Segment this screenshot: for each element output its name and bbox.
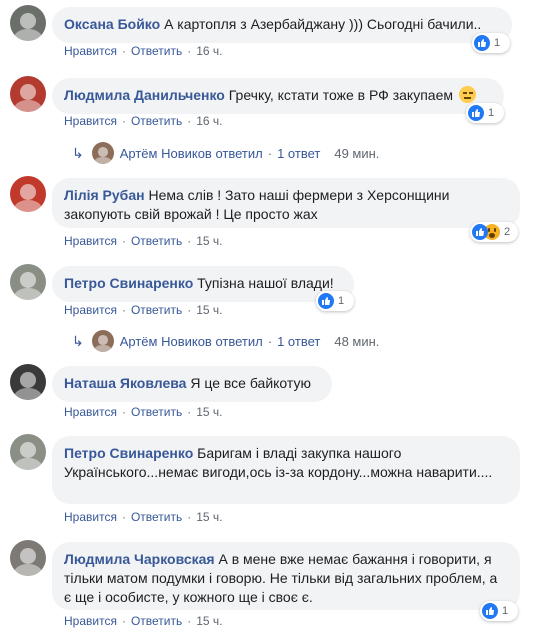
reply-count[interactable]: 1 ответ bbox=[277, 146, 320, 161]
comment-bubble: Людмила Чарковская А в мене вже немає ба… bbox=[52, 542, 520, 610]
comment-bubble: Наташа Яковлева Я це все байкотую bbox=[52, 366, 332, 402]
comment-text: А картопля з Азербайджану ))) Сьогодні б… bbox=[164, 16, 482, 32]
reply-button[interactable]: Ответить bbox=[131, 405, 182, 419]
avatar bbox=[91, 330, 114, 352]
like-icon bbox=[472, 224, 488, 240]
view-replies-link[interactable]: ↳ Артём Новиков ответил · 1 ответ 49 мин… bbox=[72, 142, 379, 164]
comment-bubble: Оксана Бойко А картопля з Азербайджану )… bbox=[52, 7, 512, 43]
reply-author[interactable]: Артём Новиков bbox=[120, 146, 212, 161]
comment-actions: Нравится · Ответить · 15 ч. bbox=[64, 405, 223, 419]
comment-bubble: Петро Свинаренко Тупізна нашої влади! bbox=[52, 266, 354, 302]
reply-button[interactable]: Ответить bbox=[131, 614, 182, 628]
avatar[interactable] bbox=[10, 434, 46, 470]
like-icon bbox=[318, 293, 334, 309]
comment-actions: Нравится · Ответить · 16 ч. bbox=[64, 114, 223, 128]
like-button[interactable]: Нравится bbox=[64, 44, 117, 58]
reactions-count: 1 bbox=[338, 295, 345, 307]
avatar[interactable] bbox=[10, 5, 46, 41]
like-button[interactable]: Нравится bbox=[64, 614, 117, 628]
reactions-badge[interactable]: 2 bbox=[470, 222, 518, 242]
like-button[interactable]: Нравится bbox=[64, 234, 117, 248]
like-button[interactable]: Нравится bbox=[64, 114, 117, 128]
comment-author[interactable]: Петро Свинаренко bbox=[64, 445, 193, 461]
like-button[interactable]: Нравится bbox=[64, 303, 117, 317]
reactions-badge[interactable]: 1 bbox=[466, 103, 504, 123]
reply-button[interactable]: Ответить bbox=[131, 114, 182, 128]
reactions-count: 1 bbox=[488, 107, 495, 119]
reply-verb: ответил bbox=[215, 333, 263, 349]
reactions-badge[interactable]: 1 bbox=[472, 33, 510, 53]
avatar[interactable] bbox=[10, 76, 46, 112]
reply-button[interactable]: Ответить bbox=[131, 44, 182, 58]
comment-author[interactable]: Наташа Яковлева bbox=[64, 375, 186, 391]
reply-arrow-icon: ↳ bbox=[72, 144, 84, 161]
comment-bubble: Людмила Данильченко Гречку, кстати тоже … bbox=[52, 78, 504, 114]
reply-verb: ответил bbox=[215, 145, 263, 161]
reply-count[interactable]: 1 ответ bbox=[277, 334, 320, 349]
reply-button[interactable]: Ответить bbox=[131, 234, 182, 248]
like-icon bbox=[474, 35, 490, 51]
reply-button[interactable]: Ответить bbox=[131, 510, 182, 524]
comment-text: Я це все байкотую bbox=[190, 375, 311, 391]
comment-time[interactable]: 16 ч. bbox=[196, 114, 222, 128]
reply-author[interactable]: Артём Новиков bbox=[120, 334, 212, 349]
comment-text: Гречку, кстати тоже в РФ закупаем bbox=[228, 87, 453, 103]
comment-author[interactable]: Людмила Чарковская bbox=[64, 551, 215, 567]
reactions-count: 1 bbox=[494, 37, 501, 49]
like-icon bbox=[468, 105, 484, 121]
comment-actions: Нравится · Ответить · 15 ч. bbox=[64, 614, 223, 628]
comment-time[interactable]: 15 ч. bbox=[196, 303, 222, 317]
comment-author[interactable]: Петро Свинаренко bbox=[64, 275, 193, 291]
comment-time[interactable]: 16 ч. bbox=[196, 44, 222, 58]
comment-actions: Нравится · Ответить · 15 ч. bbox=[64, 510, 223, 524]
like-icon bbox=[482, 603, 498, 619]
reactions-count: 2 bbox=[504, 226, 511, 238]
reply-arrow-icon: ↳ bbox=[72, 332, 84, 349]
comment-actions: Нравится · Ответить · 15 ч. bbox=[64, 234, 223, 248]
reply-button[interactable]: Ответить bbox=[131, 303, 182, 317]
like-button[interactable]: Нравится bbox=[64, 405, 117, 419]
comment-time[interactable]: 15 ч. bbox=[196, 614, 222, 628]
reactions-count: 1 bbox=[502, 605, 509, 617]
avatar[interactable] bbox=[10, 540, 46, 576]
comment-author[interactable]: Людмила Данильченко bbox=[64, 87, 225, 103]
comment-actions: Нравится · Ответить · 16 ч. bbox=[64, 44, 223, 58]
avatar[interactable] bbox=[10, 176, 46, 212]
comment-time[interactable]: 15 ч. bbox=[196, 234, 222, 248]
reply-time: 48 мин. bbox=[334, 333, 380, 349]
comment-bubble: Петро Свинаренко Баригам і владі закупка… bbox=[52, 436, 520, 504]
comment-time[interactable]: 15 ч. bbox=[196, 510, 222, 524]
comment-bubble: Лілія Рубан Нема слів ! Зато наші фермер… bbox=[52, 178, 520, 228]
reactions-badge[interactable]: 1 bbox=[316, 291, 354, 311]
reply-time: 49 мин. bbox=[334, 145, 380, 161]
avatar[interactable] bbox=[10, 364, 46, 400]
comment-author[interactable]: Оксана Бойко bbox=[64, 16, 160, 32]
meh-emoji-icon bbox=[458, 86, 476, 103]
like-button[interactable]: Нравится bbox=[64, 510, 117, 524]
comment-author[interactable]: Лілія Рубан bbox=[64, 187, 145, 203]
avatar bbox=[91, 142, 114, 164]
comment-actions: Нравится · Ответить · 15 ч. bbox=[64, 303, 223, 317]
comment-time[interactable]: 15 ч. bbox=[196, 405, 222, 419]
comment-text: Тупізна нашої влади! bbox=[197, 275, 334, 291]
avatar[interactable] bbox=[10, 264, 46, 300]
view-replies-link[interactable]: ↳ Артём Новиков ответил · 1 ответ 48 мин… bbox=[72, 330, 379, 352]
reactions-badge[interactable]: 1 bbox=[480, 601, 518, 621]
